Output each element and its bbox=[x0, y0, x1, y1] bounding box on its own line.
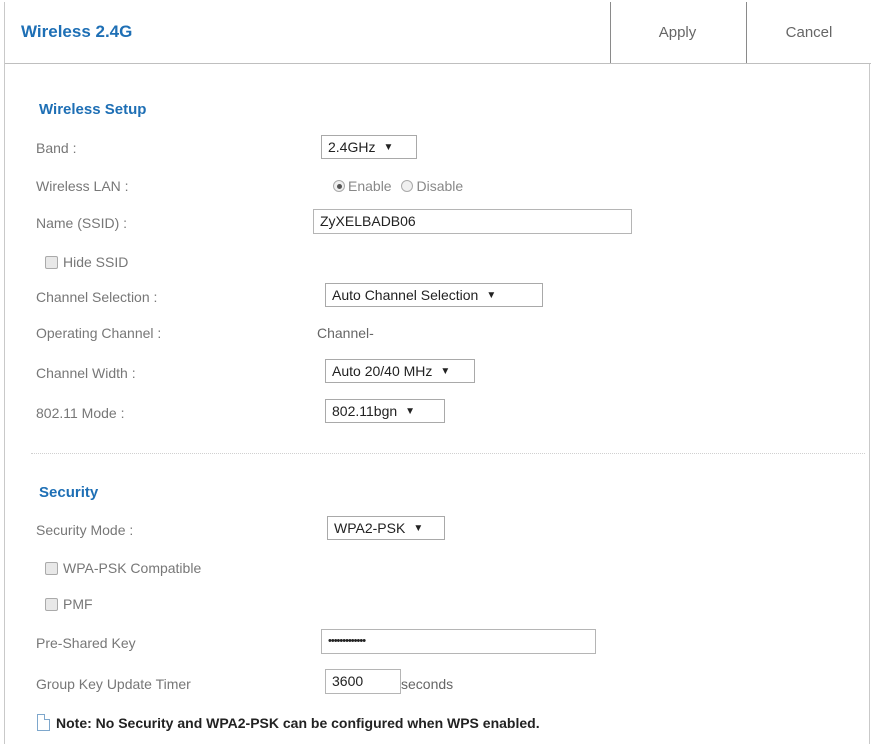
ssid-label: Name (SSID) : bbox=[36, 215, 128, 231]
operating-channel-label: Operating Channel : bbox=[36, 325, 162, 341]
band-select[interactable]: 2.4GHz ▼ bbox=[321, 135, 417, 159]
channel-selection-label: Channel Selection : bbox=[36, 289, 158, 305]
chevron-down-icon: ▼ bbox=[413, 522, 424, 534]
wireless-settings-panel: Wireless 2.4G Apply Cancel Wireless Setu… bbox=[4, 2, 871, 744]
disable-radio-label: Disable bbox=[416, 178, 464, 194]
channel-selection-value: Auto Channel Selection bbox=[332, 287, 479, 303]
timer-label: Group Key Update Timer bbox=[36, 676, 191, 692]
channel-selection-select[interactable]: Auto Channel Selection ▼ bbox=[325, 283, 543, 307]
note-icon bbox=[37, 714, 50, 731]
hide-ssid-row: Hide SSID bbox=[45, 254, 128, 270]
security-mode-label: Security Mode : bbox=[36, 522, 134, 538]
disable-radio[interactable] bbox=[401, 180, 414, 192]
channel-width-label: Channel Width : bbox=[36, 365, 136, 381]
pmf-label: PMF bbox=[63, 596, 93, 612]
psk-label: Pre-Shared Key bbox=[36, 635, 136, 651]
chevron-down-icon: ▼ bbox=[405, 405, 416, 417]
mode-value: 802.11bgn bbox=[332, 403, 398, 419]
note-text: Note: No Security and WPA2-PSK can be co… bbox=[56, 714, 540, 731]
wps-note: Note: No Security and WPA2-PSK can be co… bbox=[37, 714, 540, 731]
timer-unit: seconds bbox=[401, 676, 454, 692]
band-select-value: 2.4GHz bbox=[328, 139, 376, 155]
ssid-input[interactable]: ZyXELBADB06 bbox=[313, 209, 632, 234]
pmf-checkbox[interactable] bbox=[45, 597, 58, 611]
mode-select[interactable]: 802.11bgn ▼ bbox=[325, 399, 445, 423]
wireless-lan-radio-group: Enable Disable bbox=[333, 178, 463, 194]
wpa-compat-checkbox[interactable] bbox=[45, 561, 58, 575]
psk-input[interactable]: ••••••••••••• bbox=[321, 629, 596, 654]
panel-header: Wireless 2.4G Apply Cancel bbox=[5, 2, 871, 64]
wpa-compat-row: WPA-PSK Compatible bbox=[45, 560, 201, 576]
wireless-setup-title: Wireless Setup bbox=[39, 101, 147, 118]
operating-channel-value: Channel- bbox=[317, 325, 374, 341]
security-title: Security bbox=[39, 484, 99, 501]
page-title: Wireless 2.4G bbox=[21, 22, 133, 41]
apply-button[interactable]: Apply bbox=[610, 2, 744, 63]
section-divider bbox=[31, 453, 865, 454]
mode-label: 802.11 Mode : bbox=[36, 405, 125, 421]
band-label: Band : bbox=[36, 140, 77, 156]
enable-radio[interactable] bbox=[333, 180, 345, 192]
hide-ssid-checkbox[interactable] bbox=[45, 255, 58, 269]
chevron-down-icon: ▼ bbox=[440, 365, 451, 377]
security-mode-select[interactable]: WPA2-PSK ▼ bbox=[327, 516, 445, 540]
hide-ssid-label: Hide SSID bbox=[63, 254, 129, 270]
wireless-lan-label: Wireless LAN : bbox=[36, 178, 129, 194]
enable-radio-label: Enable bbox=[348, 178, 392, 194]
security-mode-value: WPA2-PSK bbox=[334, 520, 406, 536]
wpa-compat-label: WPA-PSK Compatible bbox=[63, 560, 202, 576]
cancel-button[interactable]: Cancel bbox=[746, 2, 871, 63]
channel-width-value: Auto 20/40 MHz bbox=[332, 363, 433, 379]
timer-input[interactable]: 3600 bbox=[325, 669, 401, 694]
pmf-row: PMF bbox=[45, 596, 93, 612]
chevron-down-icon: ▼ bbox=[383, 141, 394, 153]
chevron-down-icon: ▼ bbox=[486, 289, 497, 301]
channel-width-select[interactable]: Auto 20/40 MHz ▼ bbox=[325, 359, 475, 383]
